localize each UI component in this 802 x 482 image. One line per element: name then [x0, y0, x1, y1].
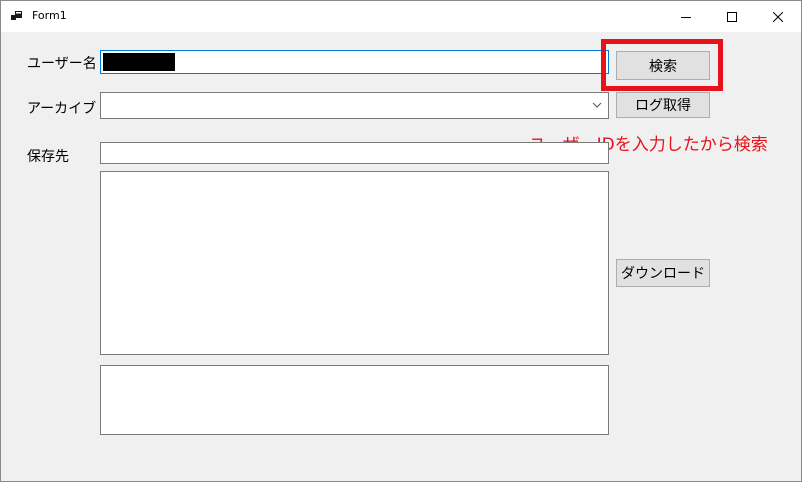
- chevron-down-icon: [592, 102, 602, 108]
- redacted-username: [103, 53, 175, 71]
- close-button[interactable]: [755, 1, 801, 32]
- save-to-label: 保存先: [27, 149, 69, 165]
- maximize-button[interactable]: [709, 1, 755, 32]
- get-log-button[interactable]: ログ取得: [616, 92, 710, 118]
- close-icon: [773, 11, 783, 22]
- app-window: Form1 ユーザー名 検索 アーカイブ ログ取得 ユーザーIDを入力したから検…: [0, 0, 802, 482]
- username-input[interactable]: [100, 50, 609, 74]
- minimize-button[interactable]: [663, 1, 709, 32]
- archive-label: アーカイブ: [27, 101, 97, 117]
- search-highlight-box: [601, 39, 723, 91]
- app-icon: [11, 11, 22, 20]
- username-label: ユーザー名: [27, 56, 97, 72]
- maximize-icon: [727, 11, 737, 22]
- save-to-input[interactable]: [100, 142, 609, 164]
- download-button[interactable]: ダウンロード: [616, 259, 710, 287]
- archive-combobox[interactable]: [100, 92, 609, 119]
- minimize-icon: [681, 16, 691, 18]
- main-textarea[interactable]: [100, 171, 609, 355]
- lower-textarea[interactable]: [100, 365, 609, 435]
- window-title: Form1: [32, 9, 67, 22]
- title-bar[interactable]: Form1: [1, 1, 801, 32]
